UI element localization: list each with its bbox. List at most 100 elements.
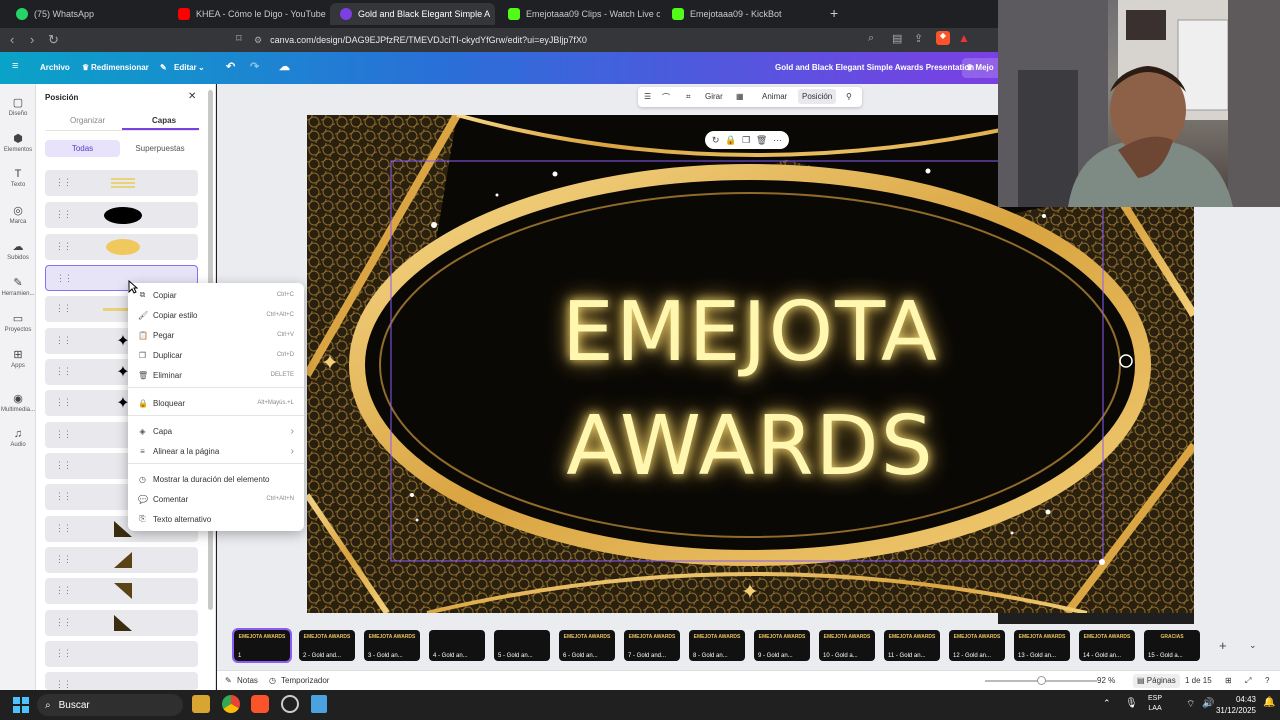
temporizador-button[interactable]: Temporizador <box>281 676 329 685</box>
windows-start-icon[interactable] <box>13 697 29 713</box>
clock[interactable]: 04:43 31/12/2025 <box>1212 694 1256 716</box>
zoom-slider-thumb[interactable] <box>1037 676 1046 685</box>
bookmark-icon[interactable]: ⌑ <box>236 32 242 45</box>
page-thumbnail[interactable]: EMEJOTA AWARDS 1 <box>232 628 292 663</box>
page-thumbnail[interactable]: 4 - Gold an... <box>429 630 485 661</box>
menu-bloquear[interactable]: 🔒 Bloquear Alt+Mayús.+L <box>138 395 294 411</box>
menu-icon[interactable]: ≡ <box>12 60 18 72</box>
rotate-icon[interactable]: ↻ <box>712 135 720 146</box>
rail-marca[interactable]: ◎ Marca <box>0 204 36 225</box>
help-icon[interactable]: ? <box>1265 676 1269 685</box>
taskbar-search[interactable]: ⌕ Buscar <box>37 694 183 716</box>
brave-icon[interactable] <box>251 695 269 713</box>
zoom-level[interactable]: 92 % <box>1097 676 1115 685</box>
mejora-button[interactable]: ♛ Mejo <box>962 58 1002 78</box>
page-thumbnail[interactable]: GRACIAS 15 - Gold a... <box>1144 630 1200 661</box>
page-thumbnail[interactable]: EMEJOTA AWARDS 7 - Gold and... <box>624 630 680 661</box>
tab-canva[interactable]: Gold and Black Elegant Simple A ✕ <box>330 3 495 25</box>
drag-handle-icon[interactable]: ⋮⋮ <box>55 491 72 502</box>
tab-youtube[interactable]: KHEA - Cómo le Digo - YouTube <box>168 3 330 25</box>
menu-pegar[interactable]: 📋 Pegar Ctrl+V <box>138 327 294 343</box>
layer-item[interactable]: ⋮⋮ <box>45 547 198 573</box>
curve-icon[interactable]: ⌒ <box>662 92 670 103</box>
page-thumbnail[interactable]: 5 - Gold an... <box>494 630 550 661</box>
cloud-saved-icon[interactable]: ☁ <box>279 60 290 73</box>
rail-herramientas[interactable]: ✎ Herramien... <box>0 276 36 297</box>
obs-icon[interactable] <box>281 695 299 713</box>
menu-eliminar[interactable]: 🗑 Eliminar DELETE <box>138 367 294 383</box>
reload-icon[interactable]: ↻ <box>48 32 59 48</box>
paginas-button[interactable]: ▤ Páginas <box>1133 674 1180 688</box>
chevron-down-icon[interactable]: ⌄ <box>1249 640 1257 651</box>
archivo-button[interactable]: Archivo <box>40 63 70 72</box>
brave-shield-icon[interactable]: ◆ <box>936 31 950 45</box>
rail-subidos[interactable]: ☁ Subidos <box>0 240 36 261</box>
chevron-down-icon[interactable]: ⌄ <box>198 63 205 72</box>
menu-duplicar[interactable]: ❐ Duplicar Ctrl+D <box>138 347 294 363</box>
drag-handle-icon[interactable]: ⋮⋮ <box>55 460 72 471</box>
animar-button[interactable]: Animar <box>762 92 787 101</box>
notas-button[interactable]: Notas <box>237 676 258 685</box>
layer-item[interactable]: ⋮⋮ <box>45 578 198 604</box>
chevron-up-icon[interactable]: ⌃ <box>1103 698 1111 709</box>
posicion-button[interactable]: Posición <box>798 89 837 104</box>
drag-handle-icon[interactable]: ⋮⋮ <box>55 303 72 314</box>
page-thumbnail[interactable]: EMEJOTA AWARDS 2 - Gold and... <box>299 630 355 661</box>
drag-handle-icon[interactable]: ⋮⋮ <box>55 523 72 534</box>
reader-icon[interactable]: ▤ <box>892 32 902 45</box>
share-icon[interactable]: ⇪ <box>914 32 923 45</box>
rail-elementos[interactable]: ⬢ Elementos <box>0 132 36 153</box>
page-thumbnail[interactable]: EMEJOTA AWARDS 9 - Gold an... <box>754 630 810 661</box>
slide-title-line1[interactable]: EMEJOTA <box>307 285 1194 380</box>
lock-icon[interactable]: 🔒 <box>725 135 736 146</box>
zoom-icon[interactable]: ⌕ <box>868 32 874 45</box>
page-thumbnail[interactable]: EMEJOTA AWARDS 3 - Gold an... <box>364 630 420 661</box>
more-icon[interactable]: ⋯ <box>773 135 782 146</box>
drag-handle-icon[interactable]: ⋮⋮ <box>55 335 72 346</box>
tab-capas[interactable]: Capas <box>152 116 176 125</box>
notifications-icon[interactable]: 🔔 <box>1263 697 1275 708</box>
rail-diseno[interactable]: ▢ Diseño <box>0 96 36 117</box>
close-icon[interactable]: ✕ <box>188 91 196 102</box>
language-indicator[interactable]: ESP LAA <box>1148 694 1162 714</box>
layer-item[interactable]: ⋮⋮ <box>45 170 198 196</box>
drag-handle-icon[interactable]: ⋮⋮ <box>55 177 72 188</box>
drag-handle-icon[interactable]: ⋮⋮ <box>55 209 72 220</box>
rail-audio[interactable]: ♫ Audio <box>0 428 36 448</box>
redimensionar-button[interactable]: Redimensionar <box>91 63 149 72</box>
redo-icon[interactable]: ↷ <box>250 60 259 73</box>
rail-proyectos[interactable]: ▭ Proyectos <box>0 312 36 333</box>
menu-texto-alternativo[interactable]: ⎘ Texto alternativo <box>138 511 294 527</box>
brave-rewards-icon[interactable]: ▲ <box>958 31 970 45</box>
page-thumbnail[interactable]: EMEJOTA AWARDS 11 - Gold an... <box>884 630 940 661</box>
drag-handle-icon[interactable]: ⋮⋮ <box>55 429 72 440</box>
add-page-icon[interactable]: + <box>1219 638 1227 653</box>
page-thumbnail[interactable]: EMEJOTA AWARDS 10 - Gold a... <box>819 630 875 661</box>
drag-handle-icon[interactable]: ⋮⋮ <box>55 554 72 565</box>
wifi-icon[interactable]: ⌔ <box>1186 698 1195 711</box>
drag-handle-icon[interactable]: ⋮⋮ <box>55 617 72 628</box>
page-thumbnail[interactable]: EMEJOTA AWARDS 14 - Gold an... <box>1079 630 1135 661</box>
duplicate-icon[interactable]: ❐ <box>742 135 750 146</box>
paint-roller-icon[interactable]: ⚲ <box>846 92 852 101</box>
layer-item[interactable]: ⋮⋮ <box>45 202 198 228</box>
filter-todas[interactable]: Todas <box>45 140 120 157</box>
chrome-icon[interactable] <box>222 695 240 713</box>
grid-view-icon[interactable]: ⊞ <box>1225 676 1232 685</box>
page-thumbnail[interactable]: EMEJOTA AWARDS 13 - Gold an... <box>1014 630 1070 661</box>
drag-handle-icon[interactable]: ⋮⋮ <box>55 679 72 690</box>
drag-handle-icon[interactable]: ⋮⋮ <box>55 397 72 408</box>
menu-comentar[interactable]: 💬 Comentar Ctrl+Alt+N <box>138 491 294 507</box>
trash-icon[interactable]: 🗑 <box>756 135 767 146</box>
drag-handle-icon[interactable]: ⋮⋮ <box>55 241 72 252</box>
notepad-icon[interactable] <box>311 695 327 713</box>
drag-handle-icon[interactable]: ⋮⋮ <box>55 585 72 596</box>
page-thumbnail[interactable]: EMEJOTA AWARDS 8 - Gold an... <box>689 630 745 661</box>
url-field[interactable]: ⚙ canva.com/design/DAG9EJPfzRE/TMEVDJciT… <box>254 30 954 50</box>
tab-organizar[interactable]: Organizar <box>70 116 105 125</box>
rail-multimedia[interactable]: ◉ Multimedia... <box>0 392 36 413</box>
tab-kickbot[interactable]: Emejotaaa09 - KickBot <box>662 3 824 25</box>
menu-copiar[interactable]: ⧉ Copiar Ctrl+C <box>138 287 294 303</box>
drag-handle-icon[interactable]: ⋮⋮ <box>55 648 72 659</box>
menu-capa[interactable]: ◈ Capa › <box>138 423 294 439</box>
